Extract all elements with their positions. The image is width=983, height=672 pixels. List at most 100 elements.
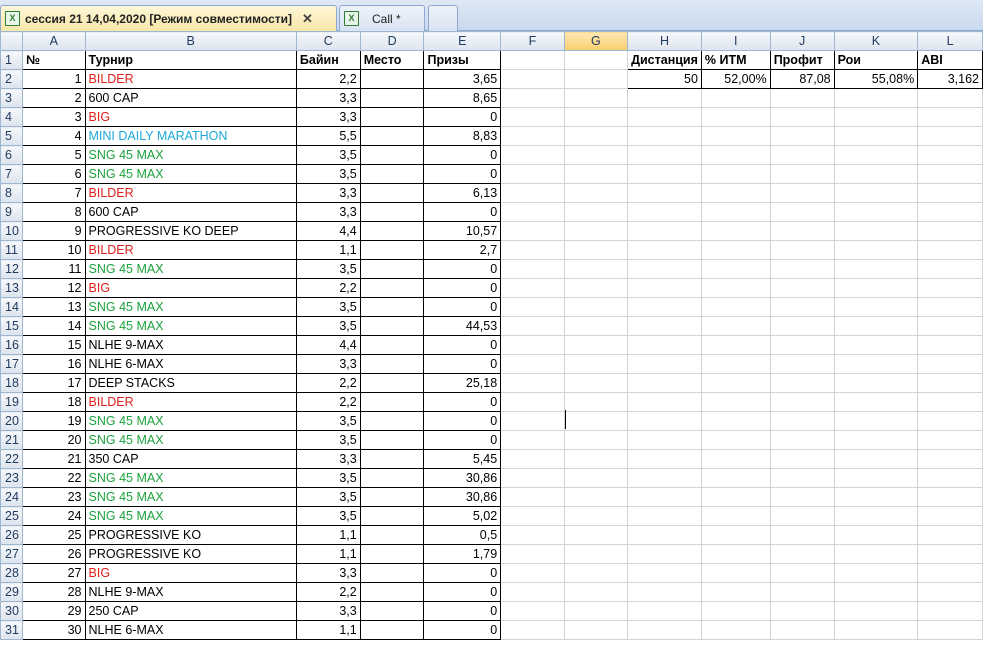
cell[interactable]: [563, 88, 629, 108]
cell-prize[interactable]: 0: [423, 335, 502, 355]
cell[interactable]: [833, 506, 919, 526]
cell-number[interactable]: 6: [21, 164, 86, 184]
cell-place[interactable]: [359, 240, 425, 260]
cell[interactable]: [500, 69, 565, 89]
cell[interactable]: [833, 373, 919, 393]
cell[interactable]: [700, 449, 771, 469]
cell[interactable]: [627, 335, 702, 355]
cell[interactable]: [833, 563, 919, 583]
cell[interactable]: [500, 221, 565, 241]
cell-prize[interactable]: 0,5: [423, 525, 502, 545]
cell-tournament[interactable]: 350 CAP: [84, 449, 297, 469]
stats-cell[interactable]: 50: [627, 69, 702, 89]
cell[interactable]: [769, 88, 835, 108]
cell[interactable]: [627, 392, 702, 412]
cell[interactable]: [917, 259, 983, 279]
cell-tournament[interactable]: SNG 45 MAX: [84, 145, 297, 165]
cell[interactable]: [500, 259, 565, 279]
cell[interactable]: [563, 506, 629, 526]
cell-number[interactable]: 16: [21, 354, 86, 374]
cell-place[interactable]: [359, 164, 425, 184]
cell[interactable]: [833, 525, 919, 545]
cell-prize[interactable]: 44,53: [423, 316, 502, 336]
cell[interactable]: [627, 316, 702, 336]
cell-number[interactable]: 10: [21, 240, 86, 260]
cell[interactable]: [627, 430, 702, 450]
cell[interactable]: [700, 145, 771, 165]
cell[interactable]: [917, 183, 983, 203]
cell[interactable]: [700, 373, 771, 393]
row-header[interactable]: 29: [0, 582, 23, 602]
cell[interactable]: [833, 88, 919, 108]
cell-number[interactable]: 21: [21, 449, 86, 469]
cell-prize[interactable]: 0: [423, 145, 502, 165]
column-header-l[interactable]: L: [917, 31, 983, 51]
cell-buyin[interactable]: 3,3: [295, 202, 361, 222]
cell[interactable]: [700, 544, 771, 564]
cell[interactable]: [700, 563, 771, 583]
cell[interactable]: [917, 506, 983, 526]
cell-tournament[interactable]: BILDER: [84, 69, 297, 89]
cell[interactable]: [500, 468, 565, 488]
cell[interactable]: [563, 221, 629, 241]
cell-buyin[interactable]: 3,5: [295, 259, 361, 279]
row-header[interactable]: 31: [0, 620, 23, 640]
cell[interactable]: [833, 620, 919, 640]
cell-place[interactable]: [359, 145, 425, 165]
cell-prize[interactable]: 8,65: [423, 88, 502, 108]
cell-number[interactable]: 9: [21, 221, 86, 241]
cell-tournament[interactable]: SNG 45 MAX: [84, 297, 297, 317]
row-header[interactable]: 13: [0, 278, 23, 298]
cell-prize[interactable]: 25,18: [423, 373, 502, 393]
cell-buyin[interactable]: 3,3: [295, 601, 361, 621]
row-header[interactable]: 15: [0, 316, 23, 336]
cell-number[interactable]: 27: [21, 563, 86, 583]
cell[interactable]: [627, 354, 702, 374]
row-header[interactable]: 26: [0, 525, 23, 545]
cell[interactable]: [769, 601, 835, 621]
cell[interactable]: [833, 145, 919, 165]
cell[interactable]: [500, 525, 565, 545]
cell[interactable]: [833, 240, 919, 260]
cell[interactable]: [917, 316, 983, 336]
cell-place[interactable]: [359, 354, 425, 374]
cell[interactable]: [627, 468, 702, 488]
cell[interactable]: [769, 145, 835, 165]
cell[interactable]: [769, 468, 835, 488]
cell[interactable]: [627, 449, 702, 469]
cell[interactable]: [917, 126, 983, 146]
cell[interactable]: [500, 335, 565, 355]
cell[interactable]: [563, 563, 629, 583]
cell[interactable]: [700, 183, 771, 203]
cell-place[interactable]: [359, 487, 425, 507]
row-header[interactable]: 16: [0, 335, 23, 355]
cell[interactable]: [917, 601, 983, 621]
cell-prize[interactable]: 0: [423, 202, 502, 222]
cell[interactable]: [917, 582, 983, 602]
row-header[interactable]: 12: [0, 259, 23, 279]
cell-tournament[interactable]: MINI DAILY MARATHON: [84, 126, 297, 146]
cell[interactable]: [563, 354, 629, 374]
cell[interactable]: [917, 221, 983, 241]
cell[interactable]: [833, 601, 919, 621]
cell[interactable]: [700, 278, 771, 298]
cell-place[interactable]: [359, 183, 425, 203]
header-cell[interactable]: Турнир: [84, 50, 297, 70]
cell-number[interactable]: 17: [21, 373, 86, 393]
cell-number[interactable]: 12: [21, 278, 86, 298]
column-header-h[interactable]: H: [627, 31, 702, 51]
row-header[interactable]: 30: [0, 601, 23, 621]
cell[interactable]: [563, 335, 629, 355]
row-header[interactable]: 17: [0, 354, 23, 374]
select-all-corner[interactable]: [0, 31, 23, 51]
cell-number[interactable]: 26: [21, 544, 86, 564]
cell[interactable]: [769, 392, 835, 412]
cell-prize[interactable]: 5,02: [423, 506, 502, 526]
cell[interactable]: [700, 601, 771, 621]
cell-prize[interactable]: 5,45: [423, 449, 502, 469]
cell-buyin[interactable]: 3,3: [295, 354, 361, 374]
cell[interactable]: [700, 582, 771, 602]
cell[interactable]: [769, 563, 835, 583]
cell[interactable]: [627, 202, 702, 222]
cell-buyin[interactable]: 3,5: [295, 145, 361, 165]
